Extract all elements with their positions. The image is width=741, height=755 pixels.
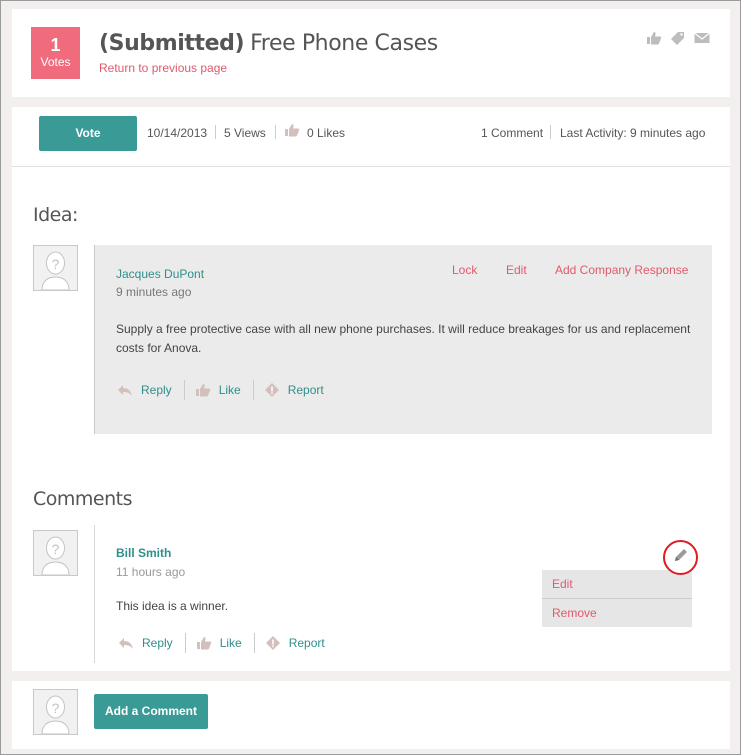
report-button[interactable]: Report [288,383,324,397]
like-icon [196,636,212,650]
idea-header: 1 Votes (Submitted) Free Phone Cases Retu… [12,9,730,97]
edit-link[interactable]: Edit [506,263,527,277]
svg-text:?: ? [52,700,60,716]
idea-body: Supply a free protective case with all n… [116,322,691,355]
add-comment-button[interactable]: Add a Comment [94,694,208,729]
page-title: (Submitted) Free Phone Cases [99,31,438,56]
comment-body: This idea is a winner. [116,599,229,613]
vote-count: 1 [50,35,61,55]
divider [183,380,185,400]
add-company-response-link[interactable]: Add Company Response [555,263,688,277]
lock-link[interactable]: Lock [452,263,477,277]
divider [252,380,254,400]
idea-section-title: Idea: [33,204,78,226]
avatar: ? [33,245,78,291]
like-button[interactable]: Like [219,383,241,397]
comment-divider [94,525,95,663]
avatar: ? [33,689,78,735]
last-activity: Last Activity: 9 minutes ago [560,126,706,140]
tag-icon[interactable] [670,31,686,45]
comment-actions: Reply Like Report [118,633,325,653]
divider [184,633,186,653]
likes-count: 0 Likes [307,126,346,140]
svg-text:?: ? [52,541,60,557]
report-icon [265,636,281,650]
comment-options-button[interactable] [663,540,698,575]
comment-remove-menu-item[interactable]: Remove [552,606,597,620]
divider [550,125,551,139]
pencil-icon [673,547,689,568]
likes-thumb-icon [284,123,300,140]
divider [253,633,255,653]
reply-button[interactable]: Reply [141,383,172,397]
like-icon [195,383,211,397]
avatar: ? [33,530,78,576]
vote-count-label: Votes [40,55,71,69]
idea-timestamp: 9 minutes ago [116,285,192,299]
divider [542,598,692,599]
comments-section-title: Comments [33,488,133,510]
views-count: 5 Views [224,126,266,140]
like-button[interactable]: Like [220,636,242,650]
reply-button[interactable]: Reply [142,636,173,650]
vote-button[interactable]: Vote [39,116,137,151]
idea-title: Free Phone Cases [250,31,438,56]
idea-date: 10/14/2013 [147,126,208,140]
comment-timestamp: 11 hours ago [116,565,186,579]
thumbs-up-icon[interactable] [646,31,662,45]
divider [215,125,216,139]
idea-actions: Reply Like Report [117,380,324,400]
comment-author[interactable]: Bill Smith [116,546,171,560]
report-icon [264,383,280,397]
vote-count-badge: 1 Votes [31,27,80,79]
divider [275,125,276,139]
svg-text:?: ? [52,256,60,272]
return-link[interactable]: Return to previous page [99,61,227,75]
reply-icon [117,383,133,397]
comments-count: 1 Comment [481,126,544,140]
idea-post: Jacques DuPont 9 minutes ago Lock Edit A… [94,245,712,434]
reply-icon [118,636,134,650]
comment-options-menu: Edit Remove [542,570,692,627]
comment-edit-menu-item[interactable]: Edit [552,577,573,591]
idea-status: (Submitted) [99,31,245,56]
idea-stats-bar: Vote 10/14/2013 5 Views 0 Likes 1 Commen… [12,107,730,167]
idea-author[interactable]: Jacques DuPont [116,267,204,281]
report-button[interactable]: Report [289,636,325,650]
page-frame: 1 Votes (Submitted) Free Phone Cases Retu… [0,0,741,755]
mail-icon[interactable] [694,31,710,45]
idea-content: Idea: ? Jacques DuPont 9 minutes ago Loc… [12,167,730,671]
add-comment-bar: ? Add a Comment [12,681,730,749]
